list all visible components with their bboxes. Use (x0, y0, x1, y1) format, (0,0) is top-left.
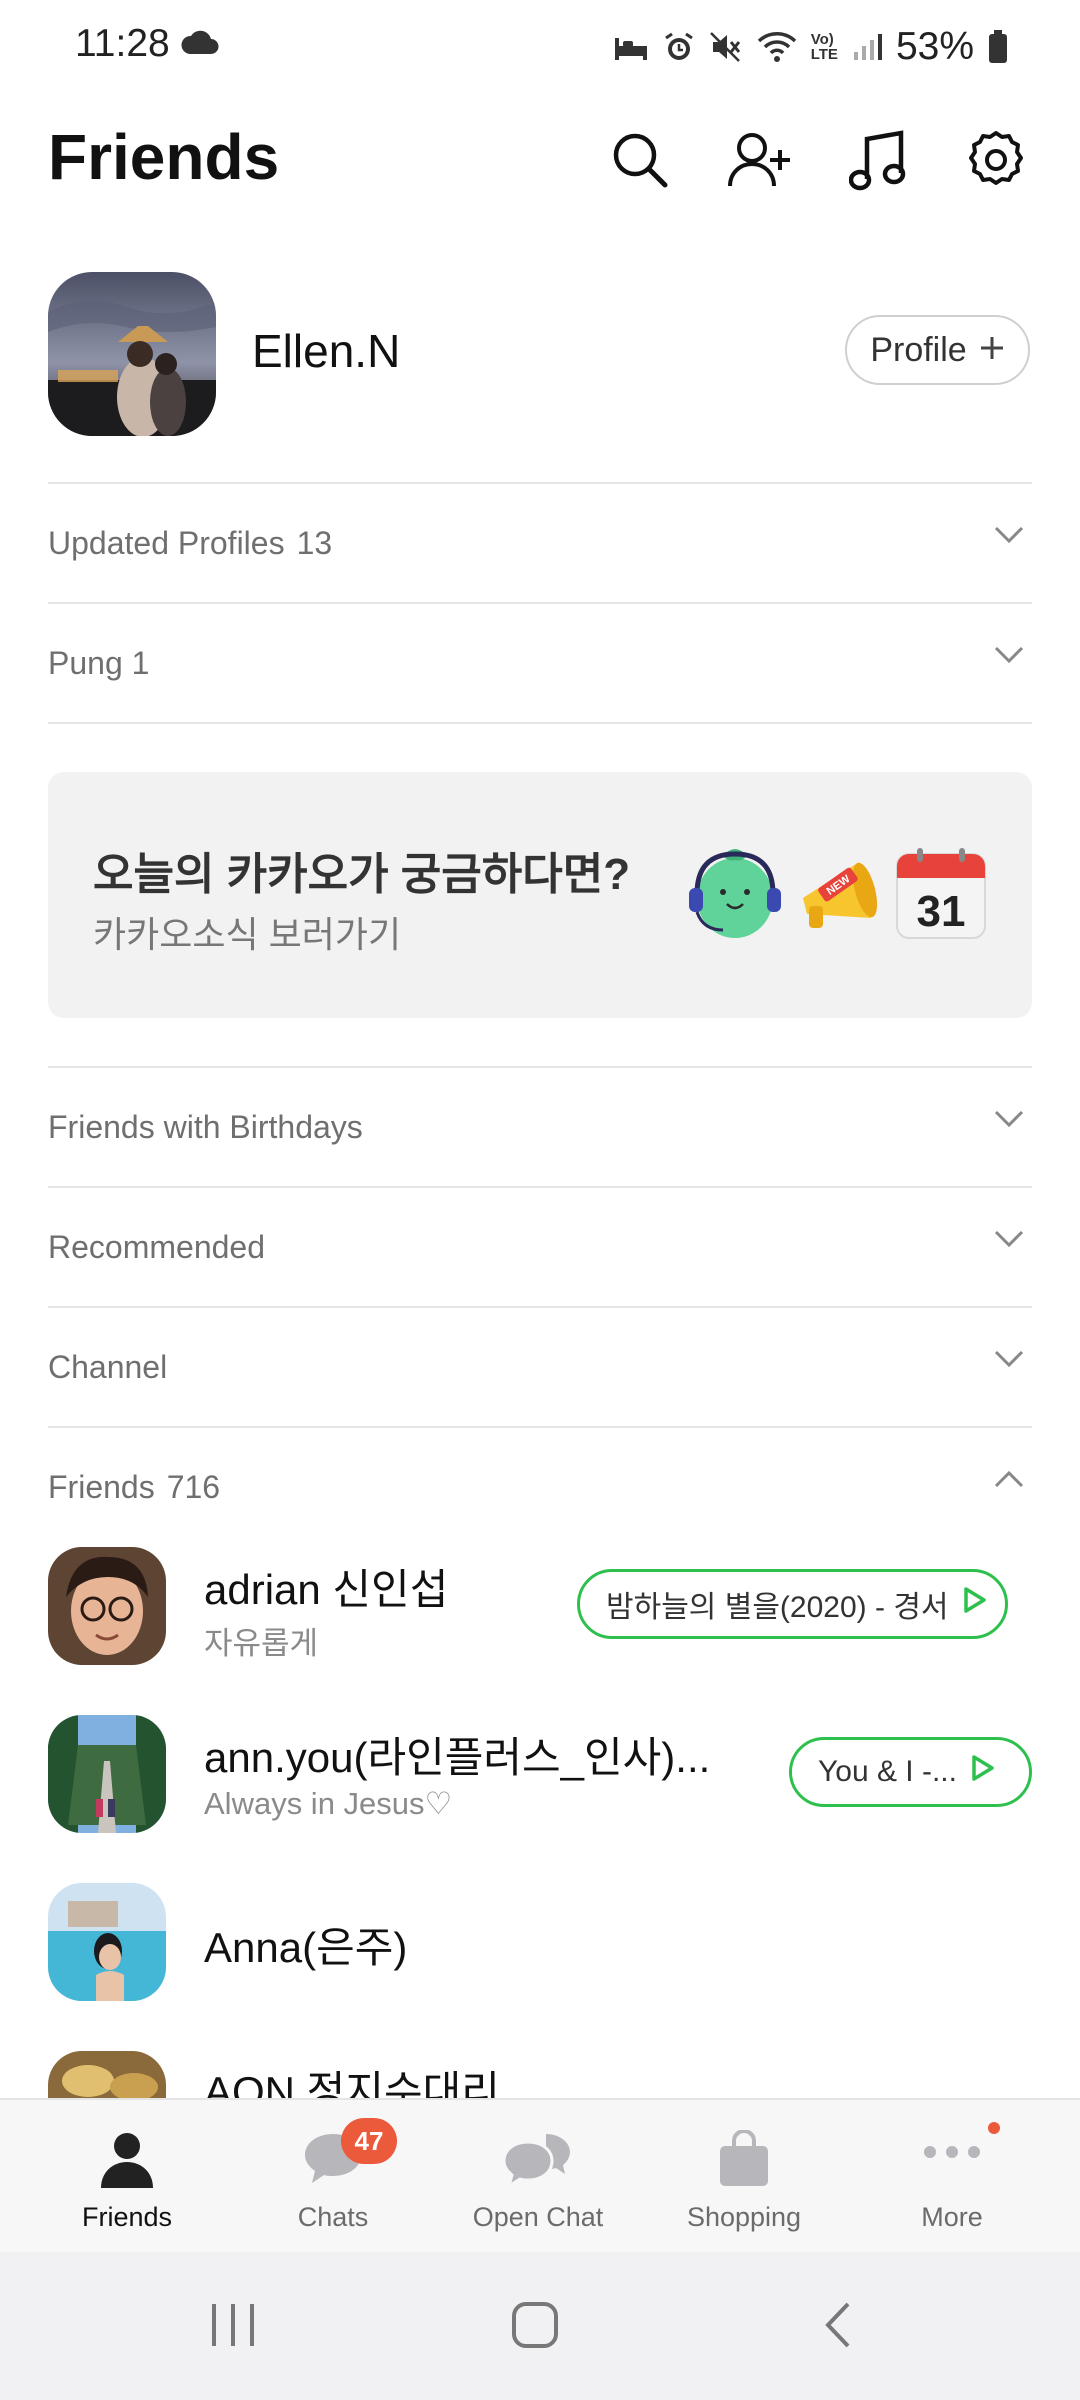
section-label: Friends (48, 1468, 155, 1505)
shopping-bag-icon (717, 2129, 771, 2193)
play-icon (963, 1586, 987, 1622)
friend-status: 자유롭게 (204, 1626, 319, 1661)
chevron-down-icon (994, 526, 1024, 549)
home-icon[interactable] (510, 2300, 560, 2355)
nav-label: Friends (81, 2202, 173, 2232)
section-friends[interactable]: Friends 716 (48, 1428, 1032, 1546)
kakao-news-banner[interactable]: 오늘의 카카오가 궁금하다면? 카카오소식 보러가기 NEW 31 (48, 772, 1032, 1018)
section-birthdays[interactable]: Friends with Birthdays (48, 1068, 1032, 1186)
section-label: Recommended (48, 1228, 265, 1265)
chevron-down-icon (994, 1350, 1024, 1373)
nav-label: Shopping (686, 2202, 802, 2232)
nav-friends[interactable]: Friends (47, 2100, 207, 2254)
nav-shopping[interactable]: Shopping (664, 2100, 824, 2254)
back-icon[interactable] (818, 2300, 858, 2355)
my-profile-name[interactable]: Ellen.N (252, 324, 400, 378)
my-profile-avatar[interactable] (48, 272, 216, 436)
friend-row[interactable]: ann.you(라인플러스_인사)... Always in Jesus♡ Yo… (0, 1712, 1080, 1836)
section-label: Updated Profiles (48, 524, 285, 561)
chevron-up-icon (994, 1470, 1024, 1493)
unread-badge: 47 (341, 2118, 397, 2164)
headset-character-icon (683, 842, 787, 947)
friend-status: Always in Jesus♡ (204, 1786, 453, 1821)
section-count: 13 (296, 524, 333, 561)
person-icon (99, 2130, 155, 2195)
friend-name: adrian 신인섭 (204, 1566, 449, 1613)
status-bar: 11:28 Vo) LTE 53% (0, 0, 1080, 96)
chevron-down-icon (994, 646, 1024, 669)
sleep-icon (613, 32, 649, 62)
calendar-icon: 31 (895, 848, 987, 945)
page-title: Friends (48, 121, 280, 193)
mute-icon (709, 31, 743, 63)
profile-plus-button[interactable]: Profile (845, 315, 1030, 385)
more-dots-icon (922, 2144, 982, 2165)
cloud-icon (180, 30, 220, 61)
battery-percent: 53% (895, 25, 974, 68)
system-navigation-bar (0, 2252, 1080, 2400)
music-icon[interactable] (842, 124, 914, 196)
section-label: Channel (48, 1348, 168, 1385)
section-pung[interactable]: Pung 1 (48, 604, 1032, 722)
calendar-day: 31 (917, 887, 966, 936)
banner-subtitle: 카카오소식 보러가기 (93, 914, 402, 955)
nav-label: More (921, 2202, 983, 2232)
alarm-icon (663, 31, 695, 63)
plus-icon (979, 331, 1005, 370)
section-label: Pung 1 (48, 644, 150, 681)
nav-chats[interactable]: 47 Chats (253, 2100, 413, 2254)
friend-row[interactable]: adrian 신인섭 자유롭게 밤하늘의 별을(2020) - 경서 (0, 1544, 1080, 1668)
friend-row[interactable]: Anna(은주) (0, 1880, 1080, 2004)
notification-dot (988, 2122, 1000, 2134)
nav-open-chat[interactable]: Open Chat (458, 2100, 618, 2254)
section-updated-profiles[interactable]: Updated Profiles 13 (48, 484, 1032, 602)
wifi-icon (757, 31, 797, 63)
section-channel[interactable]: Channel (48, 1308, 1032, 1426)
friend-avatar[interactable] (48, 1715, 166, 1833)
status-icons: Vo) LTE 53% (613, 22, 1080, 72)
megaphone-icon: NEW (793, 850, 889, 945)
friend-name: Anna(은주) (204, 1924, 408, 1971)
friend-name: AON 정지수대리 (204, 2068, 500, 2098)
status-time: 11:28 (75, 22, 170, 65)
add-friend-icon[interactable] (724, 124, 796, 196)
profile-button-label: Profile (870, 330, 967, 369)
open-chat-icon (502, 2130, 574, 2193)
friend-avatar[interactable] (48, 1547, 166, 1665)
chevron-down-icon (994, 1230, 1024, 1253)
recent-apps-icon[interactable] (208, 2300, 258, 2355)
section-label: Friends with Birthdays (48, 1108, 363, 1145)
music-title: You & I -... (818, 1755, 957, 1788)
battery-icon (988, 30, 1008, 64)
section-recommended[interactable]: Recommended (48, 1188, 1032, 1306)
friend-name: ann.you(라인플러스_인사)... (204, 1734, 711, 1781)
friend-row[interactable]: AON 정지수대리 (0, 2048, 1080, 2098)
nav-label: Chats (297, 2202, 369, 2232)
nav-more[interactable]: More (872, 2100, 1032, 2254)
search-icon[interactable] (604, 124, 676, 196)
friend-avatar[interactable] (48, 1883, 166, 2001)
friend-avatar[interactable] (48, 2051, 166, 2098)
chevron-down-icon (994, 1110, 1024, 1133)
play-icon (971, 1754, 995, 1790)
profile-music-button[interactable]: 밤하늘의 별을(2020) - 경서 (577, 1569, 1008, 1639)
volte-icon: Vo) LTE (810, 31, 838, 63)
signal-icon (852, 32, 882, 62)
banner-title: 오늘의 카카오가 궁금하다면? (93, 850, 631, 899)
section-count: 716 (166, 1468, 221, 1505)
settings-icon[interactable] (960, 124, 1032, 196)
profile-music-button[interactable]: You & I -... (789, 1737, 1032, 1807)
bottom-nav: Friends 47 Chats Open Chat Shopping More (0, 2098, 1080, 2254)
music-title: 밤하늘의 별을(2020) - 경서 (606, 1591, 949, 1624)
divider (48, 722, 1032, 724)
nav-label: Open Chat (472, 2202, 604, 2232)
